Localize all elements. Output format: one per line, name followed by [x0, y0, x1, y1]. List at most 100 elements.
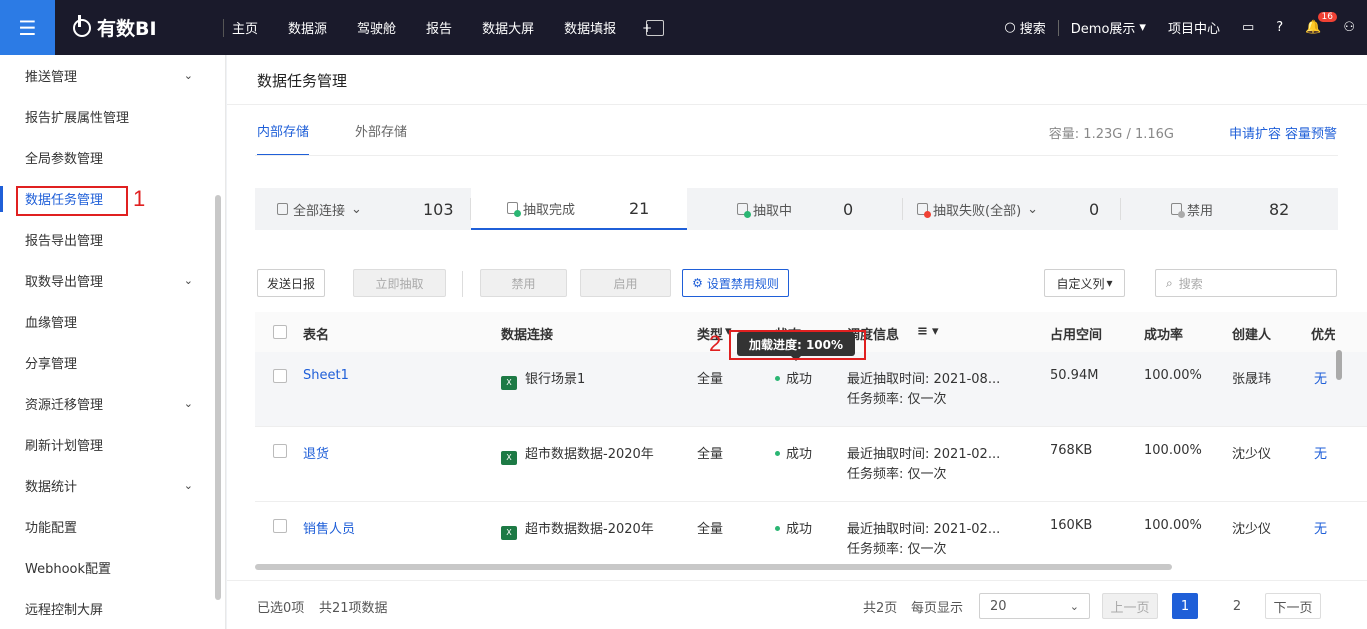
prev-page-button[interactable]: 上一页 — [1102, 593, 1158, 619]
sidebar-item-lineage[interactable]: 血缘管理 — [0, 301, 225, 342]
row-checkbox[interactable] — [273, 369, 287, 383]
table-disabled-icon — [1171, 203, 1185, 218]
sidebar-item-feature-config[interactable]: 功能配置 — [0, 506, 225, 547]
global-search[interactable]: ○ 搜索 — [1004, 18, 1045, 37]
sidebar-item-share[interactable]: 分享管理 — [0, 342, 225, 383]
extract-now-button[interactable]: 立即抽取 — [353, 269, 446, 297]
send-report-button[interactable]: 发送日报 — [257, 269, 325, 297]
project-center-link[interactable]: 项目中心 — [1168, 18, 1220, 37]
stat-label: 全部连接 — [293, 203, 346, 219]
chevron-down-icon: ⌄ — [183, 479, 193, 492]
project-selector[interactable]: Demo展示 ▾ — [1071, 18, 1146, 37]
nav-datascreen[interactable]: 数据大屏 — [482, 18, 550, 37]
sidebar-item-report-export[interactable]: 报告导出管理 — [0, 219, 225, 260]
nav-home[interactable]: 主页 — [232, 18, 274, 37]
search-placeholder: 搜索 — [1178, 276, 1203, 291]
nav-report[interactable]: 报告 — [426, 18, 468, 37]
stat-disabled[interactable]: 禁用 82 — [1121, 188, 1338, 230]
filter-icon[interactable]: ▾ — [932, 324, 939, 339]
capacity-alert-link[interactable]: 容量预警 — [1285, 123, 1337, 142]
chevron-down-icon: ⌄ — [183, 69, 193, 82]
row-checkbox[interactable] — [273, 519, 287, 533]
sidebar-scrollbar[interactable] — [215, 195, 221, 600]
disable-button[interactable]: 禁用 — [480, 269, 567, 297]
project-name: Demo展示 — [1070, 22, 1136, 37]
table-row[interactable]: 退货 X 超市数据数据-2020年 全量 成功 最近抽取时间: 2021-02..… — [255, 427, 1367, 502]
tab-external-storage[interactable]: 外部存储 — [355, 121, 407, 156]
vertical-scrollbar[interactable] — [1336, 350, 1342, 380]
page-count: 共2页 — [863, 601, 898, 616]
stat-label: 抽取完成 — [523, 202, 576, 218]
next-page-button[interactable]: 下一页 — [1265, 593, 1321, 619]
gear-icon: ⚙ — [692, 276, 703, 290]
table-name-link[interactable]: 退货 — [303, 443, 329, 462]
set-disable-rule-button[interactable]: ⚙ 设置禁用规则 — [682, 269, 789, 297]
sidebar-item-label: 功能配置 — [25, 521, 78, 536]
menu-icon[interactable]: ☰ — [0, 0, 55, 55]
connection-cell: X 超市数据数据-2020年 — [501, 443, 654, 465]
sidebar-item-statistics[interactable]: 数据统计 ⌄ — [0, 465, 225, 506]
annotation-number-2: 2 — [709, 331, 722, 356]
nav-datasource[interactable]: 数据源 — [288, 18, 343, 37]
status-cell: 成功 — [775, 518, 812, 537]
priority-cell[interactable]: 无 — [1314, 443, 1327, 462]
chevron-down-icon: ⌄ — [351, 201, 362, 217]
page-1-button[interactable]: 1 — [1172, 593, 1198, 619]
user-icon[interactable]: ⚇ — [1343, 20, 1355, 35]
logo-text: 有数BI — [97, 18, 157, 40]
bookmark-icon[interactable]: ▭ — [1242, 20, 1254, 35]
schedule-line2: 任务频率: 仅一次 — [847, 392, 947, 407]
success-rate-cell: 100.00% — [1144, 443, 1202, 458]
search-input[interactable]: ⌕ 搜索 — [1155, 269, 1337, 297]
search-label: 搜索 — [1019, 22, 1046, 37]
stat-extracting[interactable]: 抽取中 0 — [687, 188, 903, 230]
sidebar-item-label: 推送管理 — [25, 70, 78, 85]
table-row[interactable]: 销售人员 X 超市数据数据-2020年 全量 成功 最近抽取时间: 2021-02… — [255, 502, 1367, 564]
connection-cell: X 超市数据数据-2020年 — [501, 518, 654, 540]
page-2-button[interactable]: 2 — [1224, 593, 1250, 619]
schedule-line1: 最近抽取时间: 2021-08... — [847, 372, 1001, 387]
chevron-down-icon: ⌄ — [183, 274, 193, 287]
schedule-line2: 任务频率: 仅一次 — [847, 467, 947, 482]
sidebar-item-remote-screen[interactable]: 远程控制大屏 — [0, 588, 225, 629]
stat-all-connections[interactable]: 全部连接 ⌄ 103 — [255, 188, 471, 230]
row-checkbox[interactable] — [273, 444, 287, 458]
horizontal-scrollbar[interactable] — [255, 564, 1172, 570]
connection-cell: X 银行场景1 — [501, 368, 585, 390]
select-all-checkbox[interactable] — [273, 325, 287, 339]
enable-button[interactable]: 启用 — [580, 269, 671, 297]
add-icon[interactable]: + — [642, 19, 665, 36]
tab-internal-storage[interactable]: 内部存储 — [257, 121, 310, 156]
nav-cockpit[interactable]: 驾驶舱 — [357, 18, 412, 37]
sidebar-item-migration[interactable]: 资源迁移管理 ⌄ — [0, 383, 225, 424]
table-name-link[interactable]: Sheet1 — [303, 368, 349, 383]
nav-datafill[interactable]: 数据填报 — [564, 18, 632, 37]
stat-extract-done[interactable]: 抽取完成 21 — [471, 188, 687, 230]
sidebar-item-global-params[interactable]: 全局参数管理 — [0, 137, 225, 178]
space-cell: 768KB — [1050, 443, 1093, 458]
apply-expand-link[interactable]: 申请扩容 — [1229, 123, 1281, 142]
bell-icon[interactable]: 🔔 — [1305, 20, 1321, 35]
sidebar-item-webhook[interactable]: Webhook配置 — [0, 547, 225, 588]
help-icon[interactable]: ? — [1276, 20, 1283, 35]
status-dot-icon — [775, 526, 780, 531]
sidebar-item-refresh-plan[interactable]: 刷新计划管理 — [0, 424, 225, 465]
priority-cell[interactable]: 无 — [1314, 368, 1327, 387]
logo[interactable]: 有数BI — [73, 14, 223, 41]
sidebar-item-data-export[interactable]: 取数导出管理 ⌄ — [0, 260, 225, 301]
divider — [462, 271, 463, 297]
annotation-number-1: 1 — [133, 186, 146, 211]
sidebar-item-report-ext[interactable]: 报告扩展属性管理 — [0, 96, 225, 137]
status-text: 成功 — [786, 522, 813, 537]
stat-value: 82 — [1269, 199, 1290, 219]
custom-columns-dropdown[interactable]: 自定义列 ▾ — [1044, 269, 1125, 297]
table-row[interactable]: Sheet1 X 银行场景1 全量 成功 最近抽取时间: 2021-08... 任… — [255, 352, 1367, 427]
pagination-footer: 已选0项 共21项数据 共2页 每页显示 20 ⌄ 上一页 1 2 下一页 — [227, 580, 1367, 629]
sort-icon[interactable]: ≡ — [917, 324, 928, 339]
per-page-select[interactable]: 20 ⌄ — [979, 593, 1090, 619]
stat-extract-failed[interactable]: 抽取失败(全部) ⌄ 0 — [903, 188, 1121, 230]
sidebar-item-push[interactable]: 推送管理 ⌄ — [0, 55, 225, 96]
table-name-link[interactable]: 销售人员 — [303, 518, 355, 537]
sidebar-item-label: 全局参数管理 — [25, 152, 104, 167]
priority-cell[interactable]: 无 — [1314, 518, 1327, 537]
